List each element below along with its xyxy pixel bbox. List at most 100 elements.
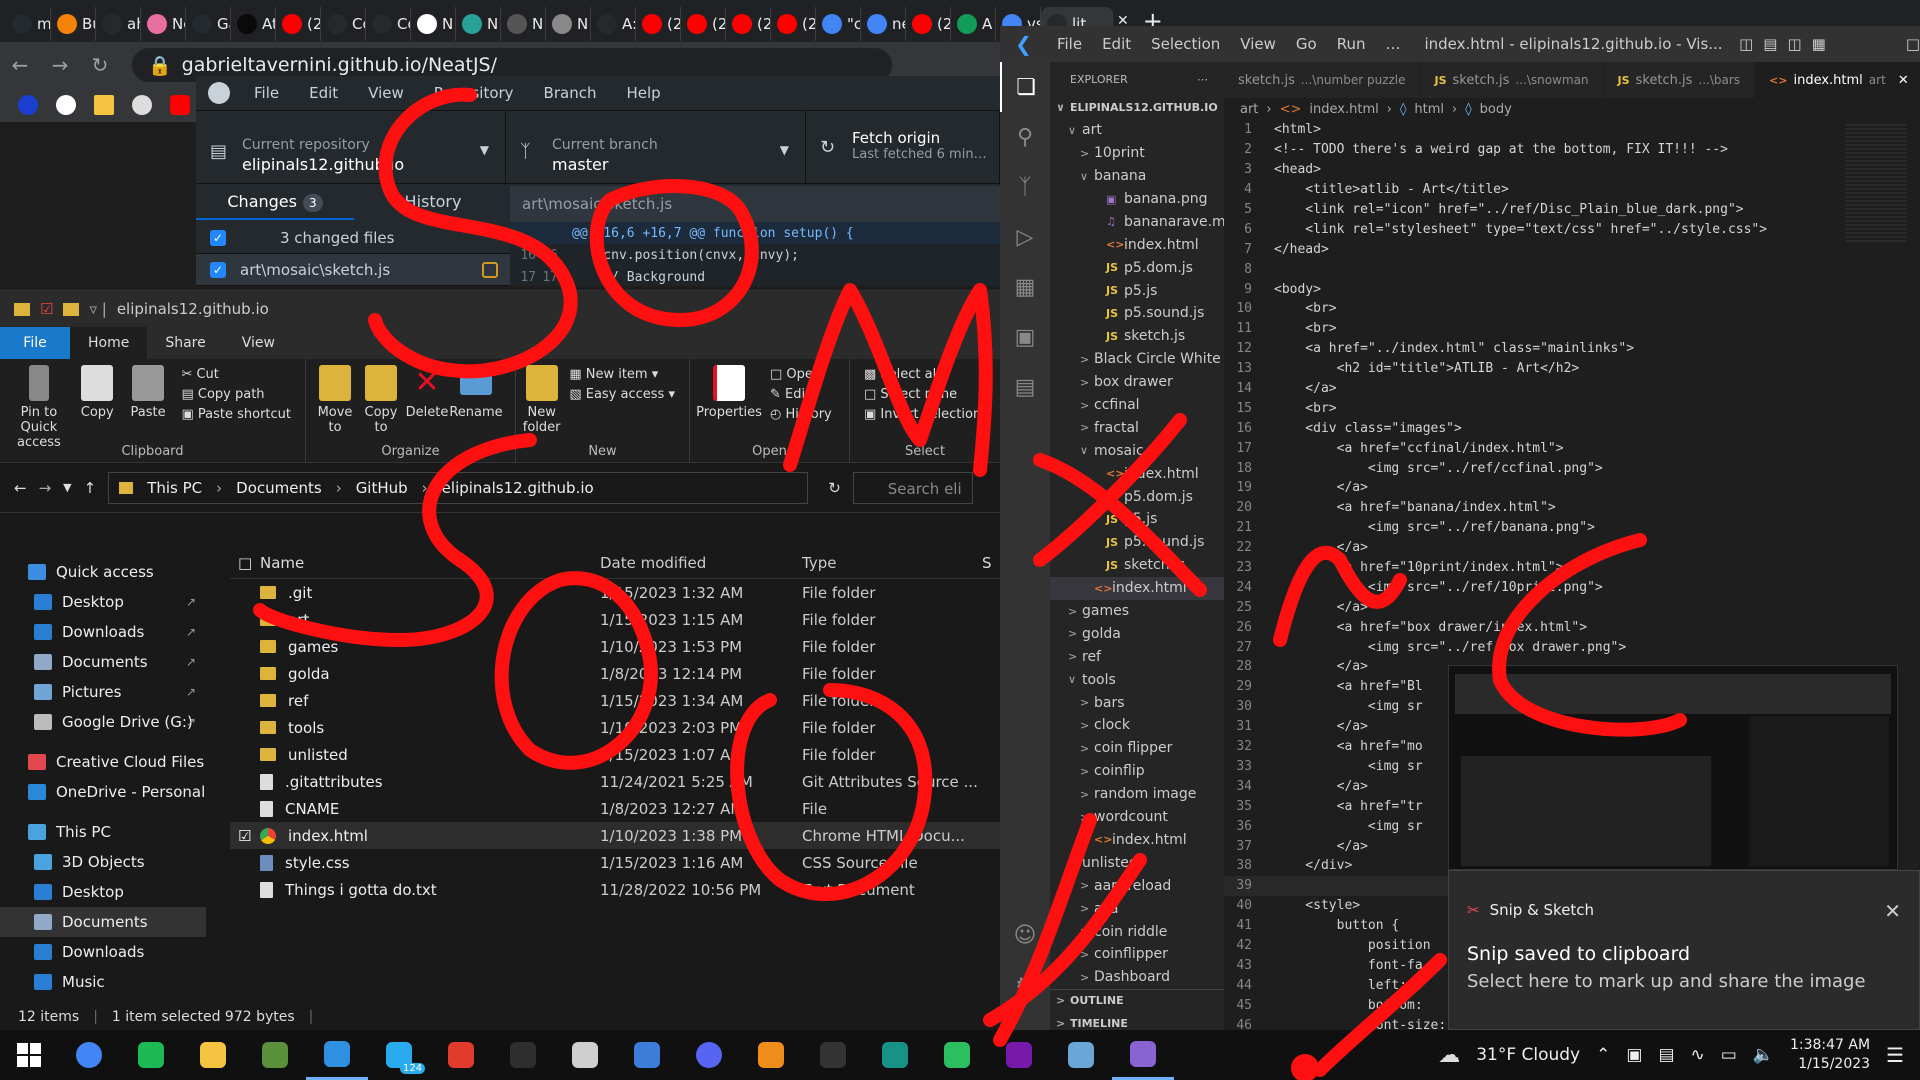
tree-folder[interactable]: > ref: [1050, 645, 1224, 668]
column-date-modified[interactable]: Date modified: [600, 554, 802, 572]
browser-tab[interactable]: Ne: [141, 7, 186, 41]
tree-folder[interactable]: >10print: [1050, 142, 1224, 165]
taskbar-acrobat-button[interactable]: [430, 1030, 492, 1080]
select-none-button[interactable]: □ Select none: [864, 387, 981, 402]
table-row[interactable]: unlisted 1/15/2023 1:07 AM File folder: [230, 741, 1000, 768]
breadcrumb-repo[interactable]: elipinals12.github.io: [442, 479, 594, 497]
browser-tab[interactable]: (2: [276, 7, 321, 41]
weather-text[interactable]: 31°F Cloudy: [1476, 1045, 1580, 1065]
tree-file[interactable]: <> index.html: [1050, 576, 1224, 600]
nav-item[interactable]: Google Drive (G:) ↗: [0, 707, 206, 737]
row-checkbox-checked[interactable]: ☑: [230, 827, 260, 845]
select-all-checkbox[interactable]: □: [230, 554, 260, 572]
bookmark-icon[interactable]: [18, 95, 38, 115]
start-button[interactable]: [0, 1030, 58, 1080]
select-all-changes-row[interactable]: ✓ 3 changed files: [196, 222, 510, 254]
taskbar-spotify-button[interactable]: [120, 1030, 182, 1080]
forward-arrow-icon[interactable]: →: [39, 479, 52, 497]
changed-file-row[interactable]: ✓ art\mosaic\sketch.js: [196, 254, 510, 286]
back-arrow-icon[interactable]: ←: [0, 53, 40, 77]
up-arrow-icon[interactable]: ↑: [84, 479, 97, 497]
taskbar-obs-button[interactable]: [802, 1030, 864, 1080]
tree-file[interactable]: <> index.html: [1050, 829, 1224, 852]
tree-folder[interactable]: > ccfinal: [1050, 394, 1224, 417]
new-item-button[interactable]: ▦ New item ▾: [569, 367, 675, 382]
tree-folder[interactable]: > OUTLINE: [1050, 988, 1224, 1012]
extensions-icon[interactable]: ▦: [1000, 262, 1050, 312]
browser-tab[interactable]: "c: [816, 7, 861, 41]
taskbar-minecraft-button[interactable]: [244, 1030, 306, 1080]
table-row[interactable]: art 1/15/2023 1:15 AM File folder: [230, 606, 1000, 633]
vscode-menu-item[interactable]: Run: [1327, 35, 1376, 53]
browser-tab[interactable]: N: [501, 7, 546, 41]
taskbar-discord-button[interactable]: [678, 1030, 740, 1080]
table-row[interactable]: ref 1/15/2023 1:34 AM File folder: [230, 687, 1000, 714]
tree-folder[interactable]: > games: [1050, 600, 1224, 623]
browser-tab[interactable]: (2: [636, 7, 681, 41]
browser-tab[interactable]: Co: [321, 7, 366, 41]
nav-item[interactable]: 3D Objects: [0, 847, 206, 877]
vscode-menu-item[interactable]: Selection: [1141, 35, 1230, 53]
fetch-origin-button[interactable]: ↻ Fetch origin Last fetched 6 minutes ag…: [806, 111, 1000, 185]
browser-tab[interactable]: N: [456, 7, 501, 41]
nav-item[interactable]: This PC: [0, 817, 206, 847]
taskbar-chrome-button[interactable]: [58, 1030, 120, 1080]
run-debug-icon[interactable]: ▷: [1000, 212, 1050, 262]
table-row[interactable]: ☑ index.html 1/10/2023 1:38 PM Chrome HTML …: [230, 822, 1000, 849]
browser-tab[interactable]: A:: [591, 7, 636, 41]
vscode-menu-item[interactable]: Go: [1286, 35, 1327, 53]
browser-tab[interactable]: A: [951, 7, 996, 41]
browser-tab[interactable]: m: [6, 7, 51, 41]
tree-folder[interactable]: > coinflipper: [1050, 943, 1224, 966]
more-actions-icon[interactable]: ⋯: [1197, 73, 1208, 86]
current-branch-selector[interactable]: ᛉ Current branch master ▼: [506, 111, 806, 185]
tree-folder[interactable]: > fractal: [1050, 416, 1224, 439]
table-row[interactable]: Things i gotta do.txt 11/28/2022 10:56 PM…: [230, 876, 1000, 903]
breadcrumb-github[interactable]: GitHub: [356, 479, 408, 497]
vscode-menu-item[interactable]: …: [1375, 35, 1410, 53]
tree-file[interactable]: JS p5.sound.js: [1050, 302, 1224, 325]
ghd-menu-item[interactable]: Repository: [434, 84, 514, 102]
tree-file[interactable]: <> index.html: [1050, 233, 1224, 256]
refresh-icon[interactable]: ↻: [828, 479, 841, 497]
easy-access-button[interactable]: ▧ Easy access ▾: [569, 387, 675, 402]
tree-file[interactable]: JS p5.dom.js: [1050, 485, 1224, 508]
taskbar-github-desktop-button[interactable]: [1112, 1030, 1174, 1080]
browser-tab[interactable]: (2: [771, 7, 816, 41]
tree-folder[interactable]: > box drawer: [1050, 371, 1224, 394]
browser-tab[interactable]: Bu: [51, 7, 96, 41]
table-row[interactable]: .git 1/15/2023 1:32 AM File folder: [230, 579, 1000, 606]
ghd-menu-item[interactable]: Branch: [544, 84, 597, 102]
tree-folder[interactable]: > golda: [1050, 622, 1224, 645]
browser-tab[interactable]: Ga: [186, 7, 231, 41]
copy-path-button[interactable]: ▤ Copy path: [181, 387, 291, 402]
browser-tab[interactable]: (2: [906, 7, 951, 41]
editor-tab[interactable]: <> index.html art ✕: [1755, 62, 1920, 98]
edit-button[interactable]: ✎ Edit: [770, 387, 832, 402]
close-icon[interactable]: ✕: [1894, 73, 1909, 88]
tree-file[interactable]: JS p5.dom.js: [1050, 256, 1224, 279]
taskbar-telegram-button[interactable]: 124: [368, 1030, 430, 1080]
tree-folder[interactable]: > random image: [1050, 783, 1224, 806]
tree-folder[interactable]: > clock: [1050, 714, 1224, 737]
taskbar-file-explorer-button[interactable]: [182, 1030, 244, 1080]
tree-folder[interactable]: > asa: [1050, 897, 1224, 920]
tree-file[interactable]: JS sketch.js: [1050, 325, 1224, 348]
reload-icon[interactable]: ↻: [80, 53, 120, 77]
tree-folder[interactable]: ∨ art: [1050, 119, 1224, 142]
browser-tab[interactable]: Co: [366, 7, 411, 41]
taskbar-terminal-button[interactable]: [492, 1030, 554, 1080]
bookmark-icon[interactable]: [132, 95, 152, 115]
tree-file[interactable]: ♫ bananarave.mp3: [1050, 210, 1224, 233]
settings-gear-icon[interactable]: ⚙: [1000, 960, 1050, 1010]
taskbar-fl-studio-button[interactable]: [740, 1030, 802, 1080]
explorer-files-icon[interactable]: ❏: [1000, 62, 1050, 112]
tree-folder[interactable]: > aapsreload: [1050, 874, 1224, 897]
tree-file[interactable]: <> index.html: [1050, 462, 1224, 485]
nav-item[interactable]: Downloads ↗: [0, 617, 206, 647]
tree-folder[interactable]: ∨ unlisted: [1050, 851, 1224, 874]
nav-item[interactable]: Desktop: [0, 877, 206, 907]
nav-item[interactable]: Music: [0, 967, 206, 997]
tree-folder[interactable]: > bars: [1050, 691, 1224, 714]
table-row[interactable]: games 1/10/2023 1:53 PM File folder: [230, 633, 1000, 660]
